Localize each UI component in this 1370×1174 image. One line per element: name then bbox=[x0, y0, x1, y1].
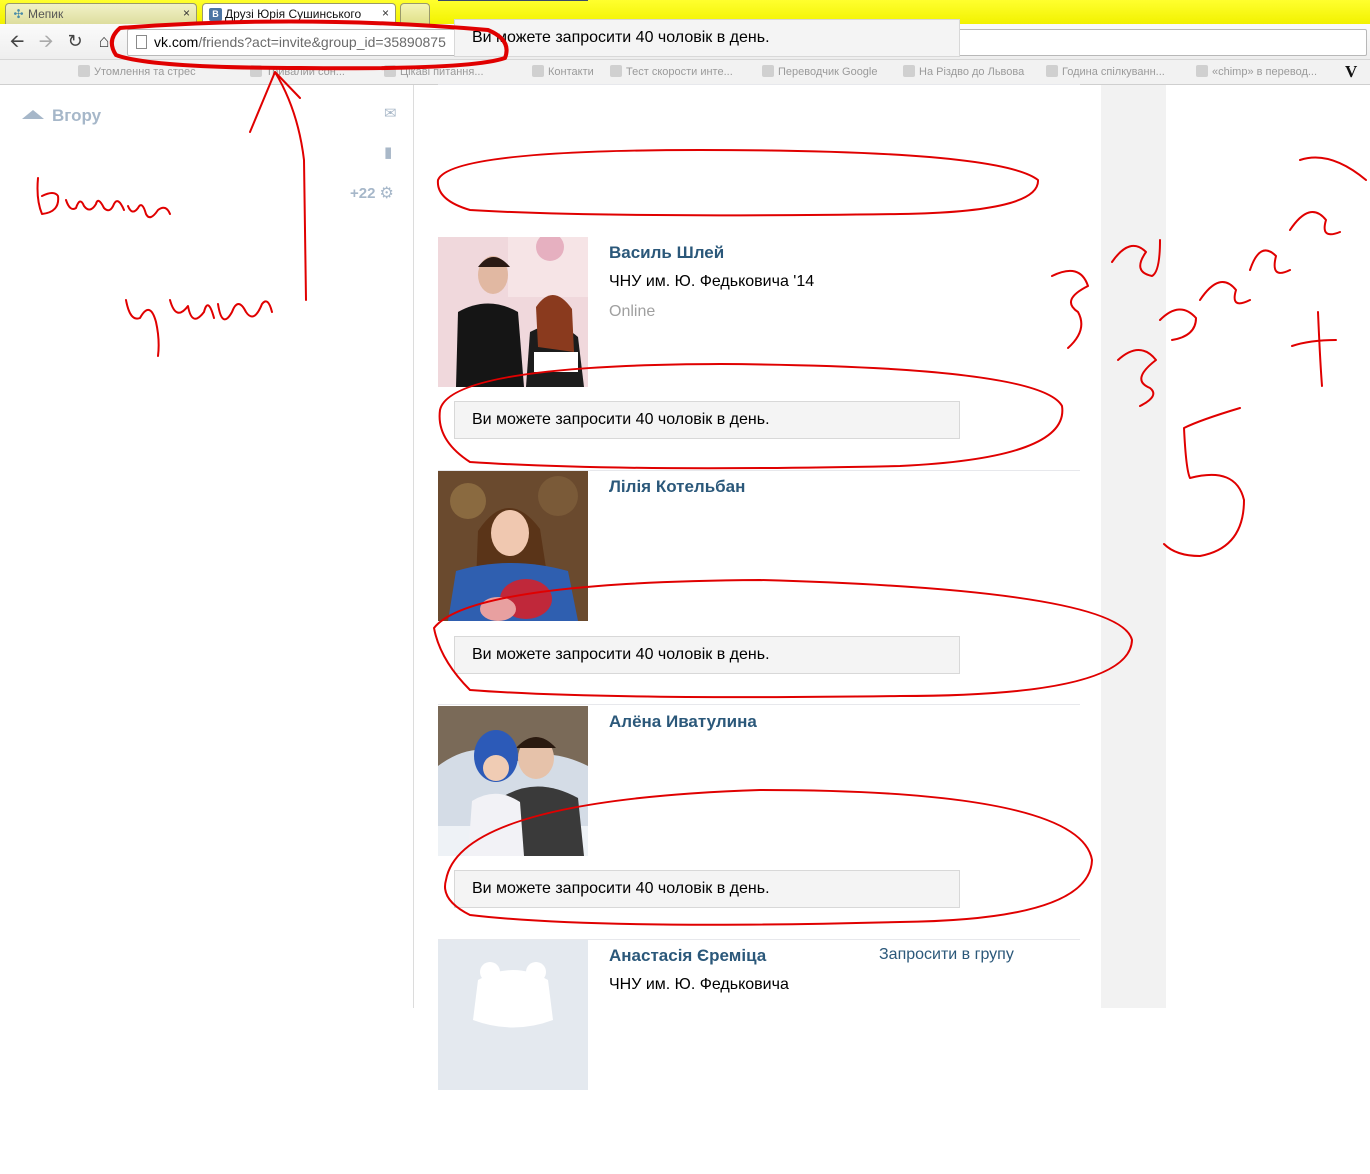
friend-row: Алёна Ивату­лина Ви можете запросити 40 … bbox=[438, 706, 1080, 940]
friend-university: ЧНУ им. Ю. Федьковича '14 bbox=[609, 273, 815, 290]
bookmark-icon bbox=[384, 65, 396, 77]
friend-name-link[interactable]: Анастасія Єреміца bbox=[609, 946, 766, 966]
friend-row: Лілія Котельбан Ви можете запросити 40 ч… bbox=[438, 471, 1080, 705]
friend-row: Ви можете запросити 40 чоловік в день. bbox=[438, 0, 1080, 85]
right-gutter bbox=[1101, 85, 1166, 1008]
new-tab-button[interactable] bbox=[400, 3, 430, 24]
left-column: Вгору ✉ ▮ +22 ⚙ bbox=[0, 85, 414, 1008]
invite-to-group-link[interactable]: Запросити в групу bbox=[879, 946, 1014, 964]
home-icon[interactable]: ⌂ bbox=[93, 30, 115, 52]
bookmark-icon bbox=[1196, 65, 1208, 77]
avatar-photo bbox=[438, 940, 588, 1090]
scroll-to-top-label: Вгору bbox=[52, 106, 102, 125]
limit-circle bbox=[436, 149, 1040, 217]
tab-title: Друзі Юрія Сушинського bbox=[225, 7, 362, 21]
notifications-counter[interactable]: +22 ⚙ bbox=[350, 183, 394, 203]
arrow-up-icon bbox=[22, 110, 44, 119]
friend-avatar[interactable] bbox=[438, 0, 588, 1]
close-icon[interactable]: × bbox=[382, 6, 389, 20]
bookmark-item[interactable]: Утомлення та стрес bbox=[78, 65, 196, 78]
friend-name-link[interactable]: Василь Шлей bbox=[609, 243, 724, 263]
friend-row: Василь Шлей ЧНУ им. Ю. Федьковича '14 On… bbox=[438, 237, 1080, 471]
gear-icon: ⚙ bbox=[379, 185, 394, 202]
friend-avatar[interactable] bbox=[438, 706, 588, 856]
bookmark-icon bbox=[78, 65, 90, 77]
avatar-photo bbox=[438, 0, 588, 1]
forward-icon[interactable]: 🡪 bbox=[35, 30, 57, 52]
friend-name-link[interactable]: Лілія Котельбан bbox=[609, 477, 745, 497]
bookmark-item[interactable]: «chimp» в перевод... bbox=[1196, 65, 1317, 78]
page-icon bbox=[136, 35, 147, 49]
friend-online-status: Online bbox=[609, 303, 656, 320]
invite-limit-message: Ви можете запросити 40 чоловік в день. bbox=[454, 401, 960, 439]
chat-bubble-icon[interactable]: ▮ bbox=[384, 143, 392, 161]
bookmark-item[interactable]: Тривалий сон... bbox=[250, 65, 345, 78]
envelope-icon[interactable]: ✉ bbox=[384, 104, 397, 122]
app-grid-icon: ✣ bbox=[13, 7, 24, 21]
friend-university: ЧНУ им. Ю. Федьковича bbox=[609, 976, 789, 993]
tab-mepik[interactable]: ✣ Мепик × bbox=[5, 3, 197, 24]
bookmark-v-icon[interactable]: V bbox=[1345, 62, 1357, 82]
tab-vk-friends[interactable]: B Друзі Юрія Сушинського × bbox=[202, 3, 396, 24]
friend-avatar[interactable] bbox=[438, 471, 588, 621]
handwriting-five bbox=[1163, 407, 1245, 557]
bookmark-icon bbox=[250, 65, 262, 77]
vk-logo-icon: B bbox=[209, 8, 222, 21]
back-icon[interactable]: 🡨 bbox=[6, 30, 28, 52]
reload-icon[interactable]: ↻ bbox=[64, 30, 86, 52]
invite-limit-message: Ви можете запросити 40 чоловік в день. bbox=[454, 870, 960, 908]
url-path: /friends?act=invite&group_id=35890875 bbox=[198, 34, 446, 50]
close-icon[interactable]: × bbox=[183, 6, 190, 20]
scroll-to-top-button[interactable]: Вгору bbox=[22, 106, 101, 126]
invite-limit-message: Ви можете запросити 40 чоловік в день. bbox=[454, 19, 960, 57]
friend-avatar[interactable] bbox=[438, 940, 588, 1090]
tab-title: Мепик bbox=[28, 7, 64, 21]
friend-row: Анастасія Єреміца ЧНУ им. Ю. Федьковича … bbox=[438, 940, 1080, 1174]
handwriting-plus bbox=[1291, 311, 1337, 387]
avatar-photo bbox=[438, 706, 588, 856]
avatar-photo bbox=[438, 471, 588, 621]
friend-avatar[interactable] bbox=[438, 237, 588, 387]
avatar-photo bbox=[438, 237, 588, 387]
friend-name-link[interactable]: Алёна Ивату­лина bbox=[609, 712, 757, 732]
invite-limit-message: Ви можете запросити 40 чоловік в день. bbox=[454, 636, 960, 674]
url-host: vk.com bbox=[154, 34, 199, 50]
